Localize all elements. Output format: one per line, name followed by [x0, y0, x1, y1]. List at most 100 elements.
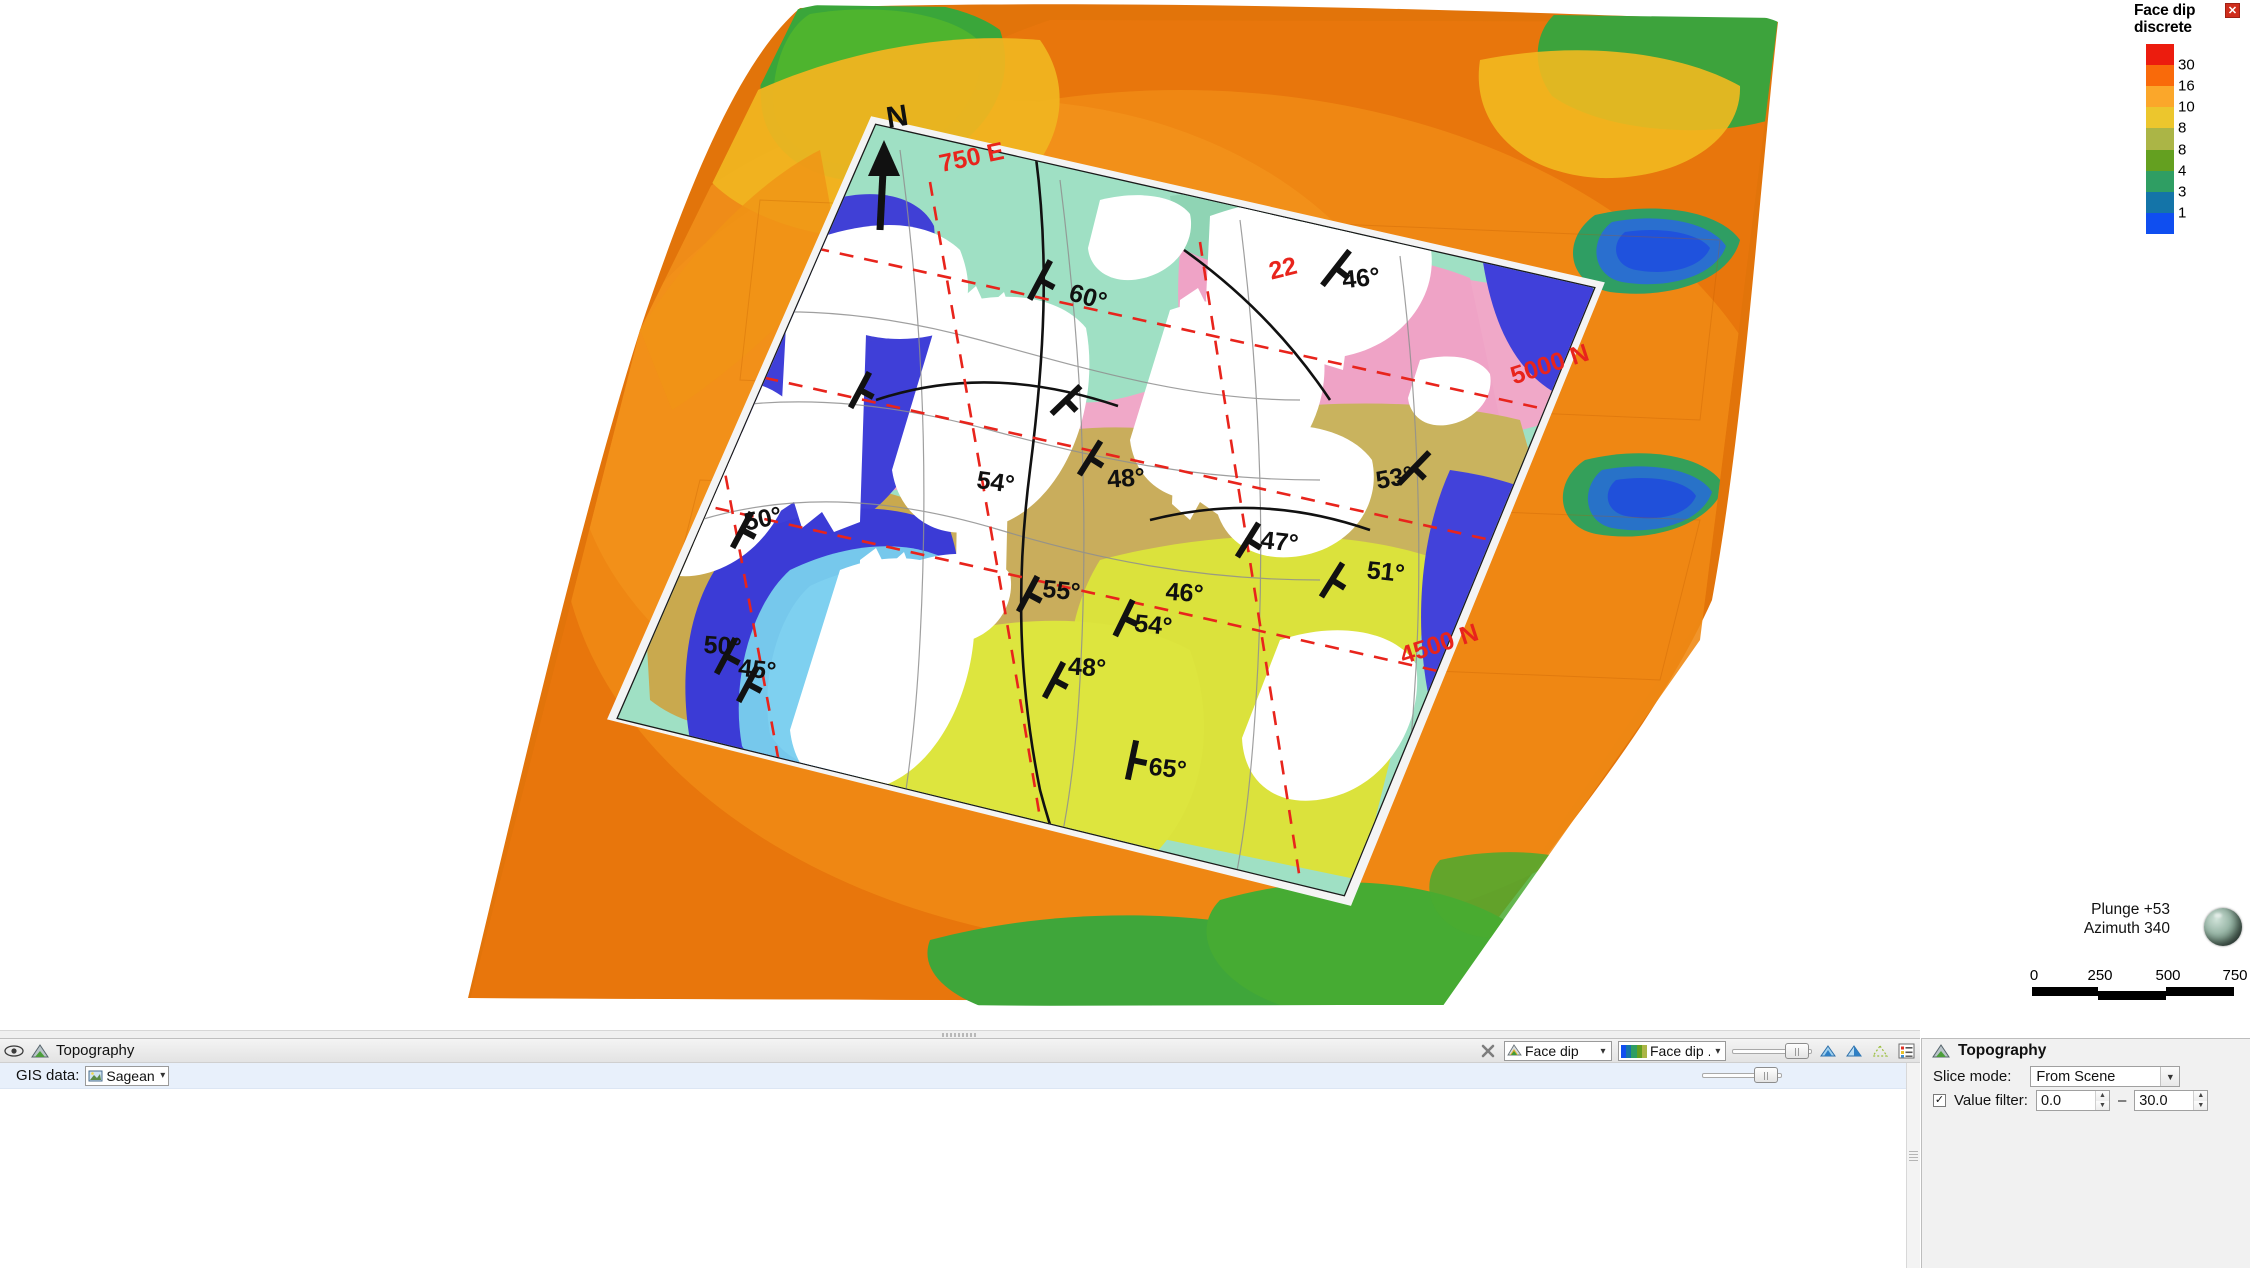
- spinner-buttons[interactable]: ▲ ▼: [2094, 1091, 2109, 1110]
- legend-band-6: [2146, 170, 2174, 192]
- legend-tick-label: 8: [2178, 119, 2187, 137]
- azimuth-value: Azimuth 340: [2083, 920, 2170, 937]
- value-filter-checkbox[interactable]: ✓: [1933, 1094, 1946, 1107]
- legend-tick-label: 10: [2178, 98, 2195, 116]
- spinner-down-icon[interactable]: ▼: [2095, 1100, 2109, 1110]
- dip-value-label: 45°: [737, 654, 778, 686]
- value-filter-max-input[interactable]: 30.0 ▲ ▼: [2134, 1090, 2209, 1111]
- legend-band-3: [2146, 107, 2174, 129]
- value-filter-min-input[interactable]: 0.0 ▲ ▼: [2035, 1090, 2110, 1111]
- legend-tick-label: 8: [2178, 141, 2187, 159]
- dip-value-label: 55°: [1041, 575, 1082, 607]
- slice-mode-label: Slice mode:: [1933, 1068, 2012, 1085]
- legend-tick-label: 4: [2178, 162, 2187, 180]
- chevron-down-icon[interactable]: ▼: [2160, 1067, 2180, 1086]
- dip-value-label: 51°: [1365, 556, 1406, 588]
- spinner-buttons[interactable]: ▲ ▼: [2193, 1091, 2208, 1110]
- properties-panel: Topography Slice mode: From Scene ▼ ✓ Va…: [1921, 1038, 2250, 1268]
- legend-tick-label: 1: [2178, 204, 2187, 222]
- colour-by-dropdown[interactable]: Face dip ▾: [1504, 1041, 1612, 1061]
- dip-value-label: 54°: [975, 466, 1016, 499]
- 3d-viewport[interactable]: N 60° 46° 48° 53° 47° 51° 50° 54° 55° 46…: [0, 0, 2250, 1030]
- dock-toolbar: Face dip ▾ Face dip ... ▾: [1478, 1039, 1920, 1063]
- colourmap-dropdown[interactable]: Face dip ... ▾: [1618, 1041, 1726, 1061]
- slice-mode-row: Slice mode: From Scene ▼: [1922, 1066, 2250, 1087]
- value-filter-label: Value filter:: [1954, 1092, 2028, 1109]
- viewport-dock-splitter[interactable]: [0, 1030, 1920, 1038]
- splitter-grip[interactable]: [942, 1033, 978, 1037]
- dip-value-label: 46°: [1341, 263, 1382, 295]
- legend-title-line1: Face dip: [2134, 2, 2196, 19]
- spinner-down-icon[interactable]: ▼: [2194, 1100, 2208, 1110]
- dip-value-label: 48°: [1067, 652, 1107, 683]
- clip-front-icon[interactable]: [1818, 1042, 1838, 1061]
- scale-bar-track: [2032, 987, 2242, 1000]
- gis-data-dropdown[interactable]: Sagean Val... ▾: [85, 1065, 170, 1086]
- dock-title: Topography: [56, 1042, 135, 1059]
- scrollbar-grip[interactable]: [1909, 1151, 1918, 1161]
- colourmap-value: Face dip ...: [1650, 1043, 1710, 1059]
- legend-title-line2: discrete: [2134, 19, 2192, 36]
- scale-bar-label: 0: [2029, 967, 2039, 984]
- gis-data-label: GIS data:: [16, 1067, 80, 1084]
- gis-layer-icon: [88, 1069, 103, 1083]
- scale-bar-labels: 0 250 500 750: [2029, 967, 2248, 986]
- dip-value-label: 65°: [1147, 753, 1188, 785]
- scale-bar-label: 500: [2155, 967, 2181, 984]
- legend-tick-label: 16: [2178, 77, 2195, 95]
- application-window: N 60° 46° 48° 53° 47° 51° 50° 54° 55° 46…: [0, 0, 2250, 1268]
- legend-band-1: [2146, 65, 2174, 87]
- slider-thumb[interactable]: [1785, 1043, 1809, 1059]
- chevron-down-icon: ▾: [1715, 1045, 1721, 1057]
- colour-by-icon: [1507, 1044, 1522, 1058]
- spinner-up-icon[interactable]: ▲: [2194, 1091, 2208, 1101]
- legend-band-5: [2146, 149, 2174, 171]
- dock-scrollbar[interactable]: [1906, 1063, 1920, 1268]
- slice-mode-dropdown[interactable]: From Scene ▼: [2030, 1066, 2181, 1087]
- visibility-eye-icon[interactable]: [4, 1044, 24, 1058]
- dock-header: Topography Face dip ▾ Face dip ▾: [0, 1039, 1920, 1063]
- legend-tick-label: 30: [2178, 56, 2195, 74]
- legend-icon[interactable]: [1896, 1042, 1916, 1061]
- colour-legend[interactable]: ✕ Face dip discrete 30 16 10 8 8 4 3 1: [2134, 2, 2246, 234]
- properties-panel-header: Topography: [1922, 1039, 2250, 1063]
- value-filter-min-value: 0.0: [2040, 1092, 2062, 1109]
- range-separator: –: [2117, 1092, 2127, 1109]
- dip-value-label: 47°: [1259, 526, 1300, 558]
- scale-bar: 0 250 500 750: [2029, 967, 2248, 1000]
- scale-bar-label: 750: [2222, 967, 2248, 984]
- scene-render: N 60°46°48° 53°47°51°50°54°55° 46°54°50°…: [468, 4, 1778, 1006]
- legend-colour-bar: [2146, 44, 2174, 234]
- dip-value-label: 46°: [1165, 578, 1205, 609]
- legend-band-2: [2146, 86, 2174, 108]
- legend-tick-label: 3: [2178, 183, 2187, 201]
- view-orientation-readout: Plunge +53 Azimuth 340: [2084, 900, 2170, 938]
- topography-icon: [1931, 1043, 1951, 1059]
- clip-none-icon[interactable]: [1870, 1042, 1890, 1061]
- properties-panel-title: Topography: [1958, 1042, 2047, 1059]
- properties-panel-scrollbar[interactable]: [2242, 1039, 2250, 1268]
- slice-mode-value: From Scene: [2036, 1068, 2116, 1085]
- chevron-down-icon: ▾: [160, 1070, 166, 1081]
- legend-title: Face dip discrete: [2134, 2, 2218, 36]
- scale-bar-label: 250: [2087, 967, 2113, 984]
- plunge-value: Plunge +53: [2091, 901, 2170, 918]
- gis-opacity-slider[interactable]: [1702, 1066, 1782, 1084]
- dip-value-label: 54°: [1133, 609, 1174, 641]
- legend-band-0: [2146, 44, 2174, 66]
- clip-back-icon[interactable]: [1844, 1042, 1864, 1061]
- chevron-down-icon: ▾: [1600, 1045, 1606, 1057]
- gis-data-row[interactable]: GIS data: Sagean Val... ▾: [0, 1063, 1920, 1089]
- legend-band-4: [2146, 128, 2174, 150]
- slider-thumb[interactable]: [1754, 1067, 1778, 1083]
- shape-list-dock: Topography Face dip ▾ Face dip ▾ GIS dat…: [0, 1038, 1920, 1268]
- remove-icon[interactable]: [1478, 1042, 1498, 1061]
- legend-close-icon[interactable]: ✕: [2225, 3, 2240, 18]
- topography-icon: [30, 1043, 50, 1059]
- opacity-slider[interactable]: [1732, 1042, 1812, 1060]
- orientation-globe-icon[interactable]: [2204, 908, 2242, 946]
- spinner-up-icon[interactable]: ▲: [2095, 1091, 2109, 1101]
- value-filter-max-value: 30.0: [2139, 1092, 2168, 1109]
- legend-band-8: [2146, 212, 2174, 234]
- legend-band-7: [2146, 191, 2174, 213]
